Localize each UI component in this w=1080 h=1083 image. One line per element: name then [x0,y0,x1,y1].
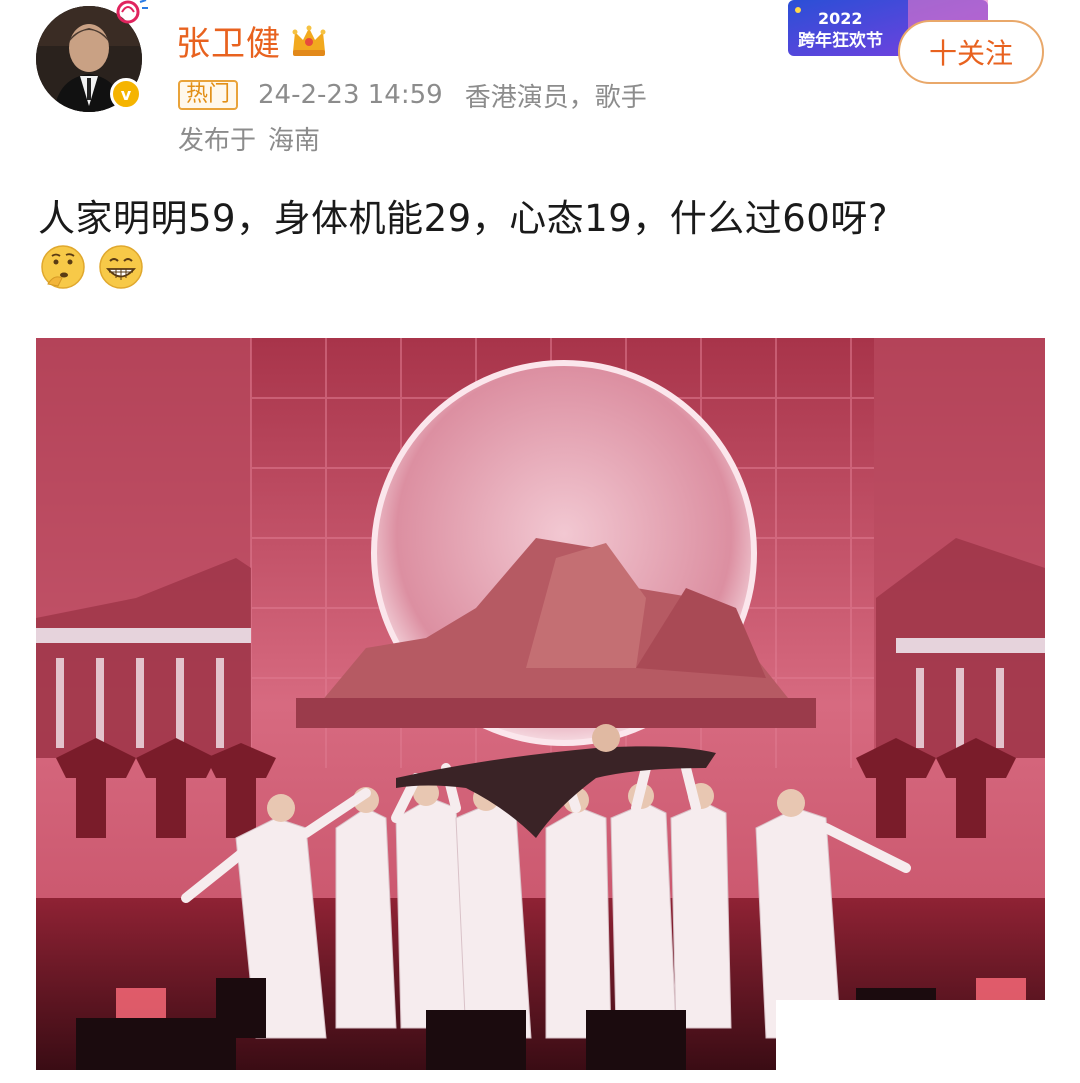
emoji-row [40,244,156,290]
event-banner-text: 跨年狂欢节 [798,30,883,51]
event-banner-year: 2022 [818,9,863,28]
hot-sticker-icon [116,0,148,24]
follow-button[interactable]: 十关注 [898,20,1044,84]
post-time: 24-2-23 14:59 [258,80,443,110]
post-meta: 热门 24-2-23 14:59 香港演员，歌手 [178,78,647,113]
hot-badge: 热门 [178,80,239,110]
post-location: 发布于 海南 [178,120,320,157]
post-source: 香港演员，歌手 [464,82,647,113]
location-prefix: 发布于 [178,126,257,156]
post-text: 人家明明59，身体机能29，心态19，什么过60呀? [38,197,888,240]
author-name-row: 张卫健 [176,16,329,64]
thinking-emoji-icon [41,245,85,289]
location-name[interactable]: 海南 [268,126,320,156]
verified-badge-icon: v [110,78,142,110]
follow-label: 十关注 [928,37,1013,70]
author-name[interactable]: 张卫健 [176,16,281,65]
weibo-post: v 张卫健 热门 24-2-23 14:59 香港演员，歌手 发布于 海南 20… [0,0,1080,1083]
watermark-area [776,1000,1080,1083]
grin-emoji-icon [99,245,143,289]
post-image[interactable] [36,338,1045,1070]
author-avatar[interactable]: v [36,0,148,112]
crown-icon [292,25,326,56]
